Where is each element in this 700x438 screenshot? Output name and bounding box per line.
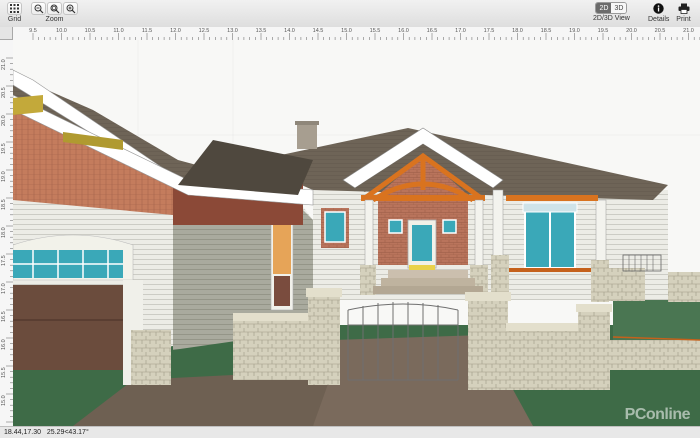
print-button[interactable] [676, 2, 691, 15]
status-bar: 18.44,17.30 25.29<43.17° [0, 426, 700, 438]
grid-label: Grid [7, 16, 22, 23]
view-3d-button[interactable]: 3D [611, 3, 627, 13]
view-toggle: 2D 3D 2D/3D View [593, 2, 630, 23]
ruler-h-label: 13.5 [255, 28, 267, 34]
zoom-fit-icon [50, 4, 59, 13]
view-2d-button[interactable]: 2D [596, 3, 612, 13]
toolbar: Grid Zoom 2D 3D 2D/3D View Details Print [0, 0, 700, 28]
status-coordinates: 18.44,17.30 [4, 429, 41, 436]
details-label: Details [648, 16, 670, 23]
ruler-h-label: 19.0 [569, 28, 580, 34]
3d-viewport[interactable] [13, 40, 700, 426]
ruler-h-label: 18.0 [512, 28, 523, 34]
ruler-v-label: 19.5 [1, 143, 7, 154]
ruler-h-label: 16.5 [426, 28, 438, 34]
details-control: Details [648, 2, 669, 24]
ruler-corner [0, 27, 13, 40]
ruler-v-label: 16.0 [1, 339, 7, 350]
ruler-h-label: 11.5 [141, 28, 153, 34]
ruler-h-label: 11.0 [113, 28, 124, 34]
ruler-h-label: 16.0 [398, 28, 409, 34]
horizontal-ruler: 9.5 10.0 10.5 11.0 11.5 12.0 12.5 13.0 13.5 14.0 1… [13, 27, 700, 41]
grid-control: Grid [7, 2, 22, 24]
ruler-h-label: 12.5 [198, 28, 210, 34]
vertical-ruler: 21.0 20.5 20.0 19.5 19.0 18.5 18.0 17.5 17.0 16.5… [0, 40, 14, 426]
info-icon [653, 3, 664, 14]
house-render [13, 40, 700, 426]
zoom-in-button[interactable] [63, 2, 78, 15]
printer-icon [678, 3, 689, 14]
zoom-in-icon [66, 4, 75, 13]
ruler-h-label: 21.0 [683, 28, 694, 34]
ruler-v-label: 18.0 [1, 227, 7, 238]
ruler-h-label: 10.5 [84, 28, 96, 34]
ruler-h-label: 20.0 [626, 28, 637, 34]
ruler-v-label: 19.0 [1, 171, 7, 182]
ruler-h-label: 19.5 [597, 28, 609, 34]
ruler-v-label: 20.5 [1, 87, 7, 98]
ruler-h-label: 13.0 [227, 28, 238, 34]
ruler-h-label: 9.5 [29, 28, 37, 34]
details-button[interactable] [651, 2, 666, 15]
print-control: Print [676, 2, 691, 24]
grid-button[interactable] [7, 2, 22, 15]
status-angle: 25.29<43.17° [46, 429, 89, 436]
ruler-v-label: 15.5 [1, 367, 7, 378]
ruler-h-label: 17.5 [483, 28, 495, 34]
ruler-h-label: 10.0 [56, 28, 67, 34]
ruler-h-label: 20.5 [654, 28, 666, 34]
ruler-v-label: 17.5 [1, 255, 7, 266]
ruler-h-label: 18.5 [540, 28, 552, 34]
view-label: 2D/3D View [593, 15, 630, 22]
zoom-control: Zoom [31, 2, 78, 24]
ruler-v-label: 20.0 [1, 115, 7, 126]
ruler-v-label: 16.5 [1, 311, 7, 322]
ruler-v-label: 17.0 [1, 283, 7, 294]
ruler-h-label: 17.0 [455, 28, 466, 34]
watermark-text: PConline [624, 406, 691, 423]
ruler-h-label: 14.0 [284, 28, 295, 34]
ruler-h-label: 15.0 [341, 28, 352, 34]
zoom-fit-button[interactable] [47, 2, 62, 15]
ruler-h-label: 14.5 [312, 28, 324, 34]
ruler-h-label: 15.5 [369, 28, 381, 34]
grid-icon [10, 4, 19, 13]
ruler-v-label: 18.5 [1, 199, 7, 210]
zoom-label: Zoom [45, 16, 64, 23]
print-label: Print [676, 16, 691, 23]
ruler-h-label: 12.0 [170, 28, 181, 34]
ruler-v-label: 21.0 [1, 59, 7, 70]
ruler-v-label: 15.0 [1, 395, 7, 406]
zoom-out-button[interactable] [31, 2, 46, 15]
zoom-out-icon [34, 4, 43, 13]
